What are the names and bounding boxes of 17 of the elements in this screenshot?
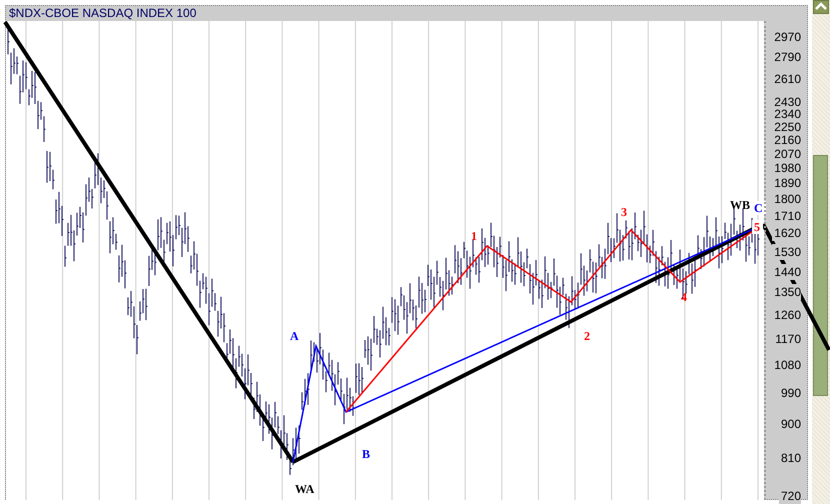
wave-label: 1	[471, 229, 477, 243]
wave-label: 4	[681, 290, 687, 304]
chart-title: $NDX-CBOE NASDAQ INDEX 100	[8, 6, 198, 21]
scroll-thumb[interactable]	[813, 155, 828, 396]
wave-label: 3	[621, 205, 627, 219]
scroll-up-button[interactable]	[813, 0, 829, 14]
wave-label: WB	[730, 198, 750, 212]
axis-tick-label: 1350	[772, 284, 801, 300]
wave-label: WA	[295, 482, 314, 496]
wave-label: 2	[584, 329, 590, 343]
wave-label: A	[290, 329, 299, 343]
wave-label: 5	[752, 220, 763, 234]
axis-tick-label: 1530	[772, 244, 801, 260]
axis-tick-label: 1440	[772, 264, 801, 280]
scrollbar[interactable]	[812, 0, 830, 504]
wave-label: B	[362, 447, 370, 461]
wave-label: C	[752, 201, 766, 215]
